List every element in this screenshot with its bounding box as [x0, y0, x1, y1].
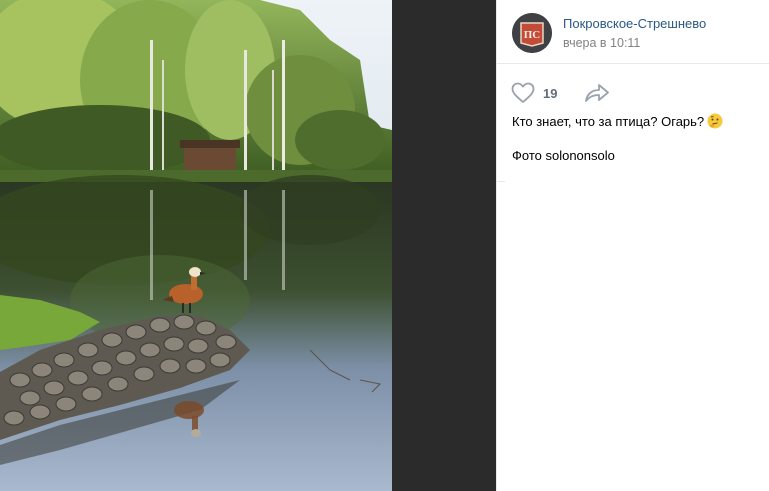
post-sidebar: ПС Покровское-Стрешнево вчера в 10:11 19…: [496, 0, 769, 491]
like-count: 19: [543, 85, 558, 101]
like-button[interactable]: 19: [511, 82, 557, 104]
community-logo-icon: ПС: [512, 13, 552, 53]
post-question-text: Кто знает, что за птица? Огарь?: [512, 114, 705, 129]
photo-credit-text: Фото solononsolo: [512, 148, 615, 163]
svg-text:ПС: ПС: [524, 29, 541, 41]
post-actions: 19: [497, 64, 769, 106]
author-name-link[interactable]: Покровское-Стрешнево: [563, 16, 706, 31]
viewer-backdrop: [392, 0, 496, 491]
community-avatar[interactable]: ПС: [512, 13, 552, 53]
post-photo[interactable]: [0, 0, 392, 491]
share-arrow-icon: [585, 84, 609, 102]
post-header: ПС Покровское-Стрешнево вчера в 10:11: [497, 0, 769, 64]
pond-photo-image: [0, 0, 392, 491]
divider: [497, 181, 505, 182]
heart-outline-icon: [511, 82, 535, 103]
photo-viewer: ПС Покровское-Стрешнево вчера в 10:11 19…: [0, 0, 769, 491]
post-text-line: Кто знает, что за птица? Огарь?: [512, 113, 723, 129]
thinking-face-emoji-icon: [707, 113, 723, 129]
post-timestamp[interactable]: вчера в 10:11: [563, 36, 640, 50]
share-button[interactable]: [583, 82, 611, 104]
